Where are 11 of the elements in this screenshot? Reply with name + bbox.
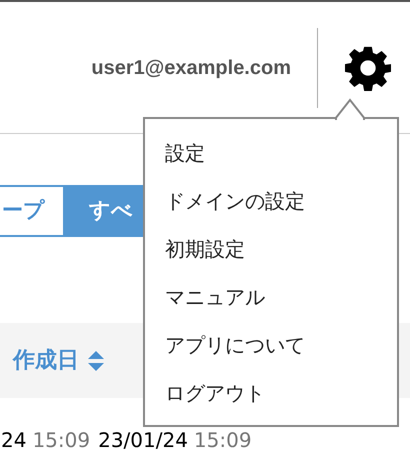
menu-item[interactable]: マニュアル [165,273,397,321]
date-text: 23/01/24 [98,430,188,450]
menu-item[interactable]: 設定 [165,129,397,177]
menu-item[interactable]: ログアウト [165,369,397,417]
time-text: 15:09 [32,430,90,450]
menu-item[interactable]: 初期設定 [165,225,397,273]
menu-item[interactable]: アプリについて [165,321,397,369]
user-email: user1@example.com [91,56,291,80]
date-text: 24 [1,430,26,450]
time-text: 15:09 [194,430,252,450]
menu-item[interactable]: ドメインの設定 [165,177,397,225]
